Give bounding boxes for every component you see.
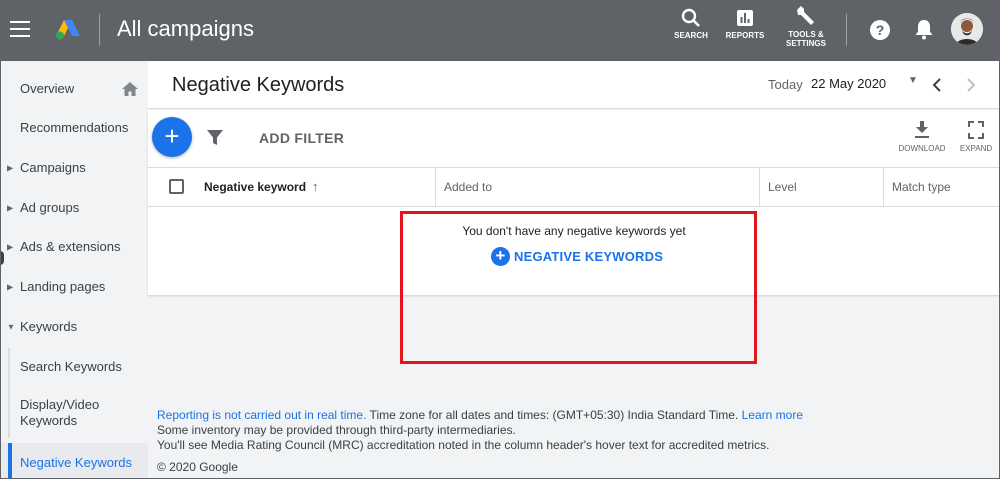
tools-label: TOOLS &: [788, 30, 824, 39]
download-label: DOWNLOAD: [898, 144, 946, 153]
highlight-box: [400, 211, 757, 364]
top-bar: All campaigns SEARCH REPORTS TOOLS & SET…: [0, 0, 1000, 61]
learn-more-link[interactable]: Learn more: [742, 408, 803, 422]
home-icon: [122, 82, 138, 96]
caret-right-icon: ▶: [7, 282, 14, 292]
wrench-icon: [797, 6, 814, 25]
copyright: © 2020 Google: [157, 460, 238, 474]
timezone-text: Time zone for all dates and times: (GMT+…: [366, 408, 742, 422]
column-header-negative-keyword[interactable]: Negative keyword ↑: [204, 168, 319, 206]
app-title: All campaigns: [117, 16, 254, 41]
page-title: Negative Keywords: [172, 74, 345, 96]
chevron-down-icon[interactable]: ▼: [908, 75, 918, 86]
sidebar-item-label: Negative Keywords: [20, 455, 132, 470]
reports-label: REPORTS: [725, 31, 765, 40]
active-indicator: [8, 443, 12, 479]
sidebar-item-keywords[interactable]: ▼ Keywords: [0, 307, 148, 347]
sidebar-item-label: Overview: [20, 81, 75, 96]
sidebar-item-label: Landing pages: [20, 279, 106, 294]
sidebar-item-label: Campaigns: [20, 160, 86, 175]
add-filter-button[interactable]: ADD FILTER: [259, 130, 344, 146]
download-button[interactable]: DOWNLOAD: [898, 121, 946, 153]
column-header-level[interactable]: Level: [768, 168, 797, 206]
bell-icon[interactable]: [914, 18, 934, 40]
filter-icon[interactable]: [206, 129, 224, 147]
svg-text:?: ?: [876, 22, 885, 38]
sidebar: Overview Recommendations ▶ Campaigns ▶ A…: [0, 61, 148, 479]
column-divider: [883, 168, 884, 206]
sort-arrow-up-icon[interactable]: ↑: [312, 179, 319, 194]
column-label: Negative keyword: [204, 180, 307, 194]
column-header-added-to[interactable]: Added to: [444, 168, 492, 206]
footer-notes: Reporting is not carried out in real tim…: [157, 408, 803, 453]
date-label: Today: [768, 77, 803, 92]
expand-button[interactable]: EXPAND: [958, 121, 994, 153]
next-period-icon: [967, 78, 976, 92]
sidebar-item-ads-extensions[interactable]: ▶ Ads & extensions: [0, 227, 148, 267]
sidebar-item-search-keywords[interactable]: Search Keywords: [0, 347, 148, 387]
sidebar-item-negative-keywords[interactable]: Negative Keywords: [0, 443, 148, 479]
sidebar-item-label: Keywords: [20, 319, 78, 334]
reports-icon: [737, 10, 753, 26]
caret-right-icon: ▶: [7, 203, 14, 213]
settings-label: SETTINGS: [785, 39, 826, 48]
caret-down-icon: ▼: [7, 322, 15, 332]
sidebar-item-label: Recommendations: [20, 120, 129, 135]
page-header: Negative Keywords Today 22 May 2020 ▼: [148, 61, 1000, 109]
sidebar-item-campaigns[interactable]: ▶ Campaigns: [0, 148, 148, 188]
google-ads-logo[interactable]: [55, 18, 81, 40]
sidebar-item-label: Ad groups: [20, 200, 80, 215]
sidebar-item-landing-pages[interactable]: ▶ Landing pages: [0, 267, 148, 307]
column-header-match-type[interactable]: Match type: [892, 168, 951, 206]
column-divider: [435, 168, 436, 206]
divider: [99, 14, 100, 46]
divider: [846, 14, 847, 46]
search-button[interactable]: SEARCH: [672, 8, 710, 40]
footer-line-2: Some inventory may be provided through t…: [157, 423, 516, 437]
date-range-selector[interactable]: 22 May 2020: [811, 76, 886, 91]
sidebar-item-overview[interactable]: Overview: [0, 69, 148, 109]
footer-line-3: You'll see Media Rating Council (MRC) ac…: [157, 438, 770, 452]
sidebar-item-recommendations[interactable]: Recommendations: [0, 108, 148, 148]
sidebar-item-label: Ads & extensions: [20, 239, 121, 254]
caret-right-icon: ▶: [7, 163, 14, 173]
scroll-handle[interactable]: [0, 251, 4, 265]
caret-right-icon: ▶: [7, 242, 14, 252]
tools-settings-button[interactable]: TOOLS & SETTINGS: [783, 5, 829, 48]
avatar[interactable]: [951, 13, 983, 45]
download-icon: [915, 121, 929, 138]
column-divider: [759, 168, 760, 206]
sidebar-item-label: Display/Video Keywords: [20, 397, 100, 428]
reporting-link[interactable]: Reporting is not carried out in real tim…: [157, 408, 366, 422]
search-label: SEARCH: [674, 31, 708, 40]
previous-period-icon[interactable]: [931, 77, 943, 93]
sidebar-item-ad-groups[interactable]: ▶ Ad groups: [0, 188, 148, 228]
sidebar-item-label: Search Keywords: [20, 359, 122, 374]
reports-button[interactable]: REPORTS: [725, 8, 765, 40]
footer-line-1: Reporting is not carried out in real tim…: [157, 408, 803, 423]
menu-icon[interactable]: [10, 21, 30, 37]
sidebar-item-display-video-keywords[interactable]: Display/Video Keywords: [0, 387, 148, 439]
fullscreen-icon: [968, 121, 984, 139]
expand-label: EXPAND: [959, 144, 993, 153]
select-all-checkbox[interactable]: [169, 179, 184, 194]
add-button[interactable]: +: [152, 117, 192, 157]
table-header: Negative keyword ↑ Added to Level Match t…: [148, 167, 1000, 207]
search-icon: [681, 8, 700, 27]
help-icon[interactable]: ?: [869, 19, 891, 41]
